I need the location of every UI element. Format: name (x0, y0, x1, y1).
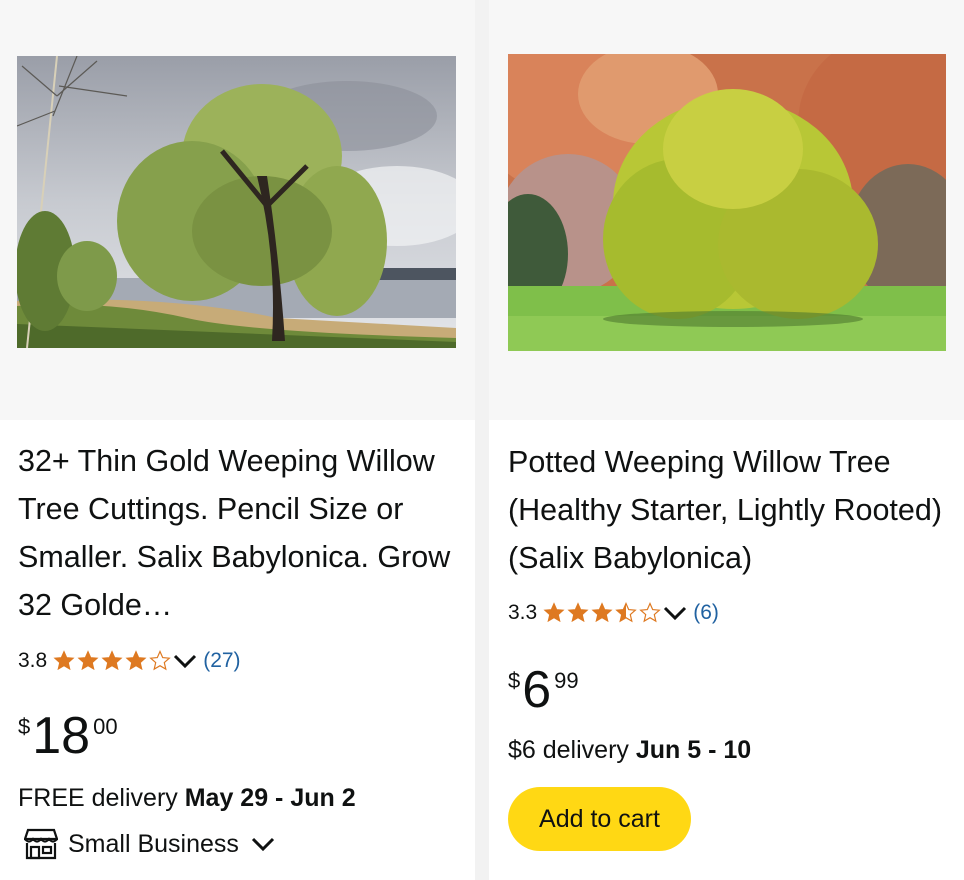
star-rating-icon[interactable] (53, 650, 171, 672)
product-image-area[interactable] (0, 0, 475, 420)
price-symbol: $ (508, 668, 521, 693)
product-image-area[interactable] (489, 0, 964, 420)
card-divider (475, 0, 489, 880)
small-business-label: Small Business (68, 829, 239, 858)
rating-value: 3.3 (508, 601, 538, 624)
product-rating[interactable]: 3.3 (6) (508, 598, 719, 628)
chevron-down-icon[interactable] (251, 836, 275, 852)
storefront-icon (24, 828, 58, 860)
review-count-link[interactable]: (27) (203, 649, 240, 673)
price-fraction: 99 (554, 668, 579, 693)
review-count-link[interactable]: (6) (693, 601, 719, 625)
add-to-cart-button[interactable]: Add to cart (508, 787, 691, 851)
product-price: $ 18 00 (18, 706, 118, 766)
product-title[interactable]: 32+ Thin Gold Weeping Willow Tree Cuttin… (18, 437, 458, 629)
delivery-prefix: $6 delivery (508, 736, 636, 764)
delivery-dates: May 29 - Jun 2 (184, 784, 356, 812)
product-card-1[interactable]: 32+ Thin Gold Weeping Willow Tree Cuttin… (0, 0, 475, 880)
price-whole: 18 (32, 707, 91, 765)
delivery-prefix: FREE delivery (18, 784, 185, 812)
delivery-info: $6 delivery Jun 5 - 10 (508, 736, 751, 765)
star-rating-icon[interactable] (543, 602, 661, 624)
product-price: $ 6 99 (508, 660, 579, 720)
small-business-badge[interactable]: Small Business (24, 828, 275, 860)
rating-value: 3.8 (18, 649, 48, 672)
chevron-down-icon[interactable] (173, 653, 197, 669)
product-rating[interactable]: 3.8 (27) (18, 646, 241, 676)
price-symbol: $ (18, 714, 31, 739)
product-image[interactable] (508, 54, 946, 351)
price-whole: 6 (522, 661, 552, 719)
delivery-info: FREE delivery May 29 - Jun 2 (18, 784, 356, 813)
product-image[interactable] (17, 56, 456, 348)
delivery-dates: Jun 5 - 10 (635, 736, 752, 764)
chevron-down-icon[interactable] (663, 605, 687, 621)
price-fraction: 00 (93, 714, 118, 739)
product-title[interactable]: Potted Weeping Willow Tree (Healthy Star… (508, 438, 948, 582)
product-card-2[interactable]: Potted Weeping Willow Tree (Healthy Star… (489, 0, 964, 880)
